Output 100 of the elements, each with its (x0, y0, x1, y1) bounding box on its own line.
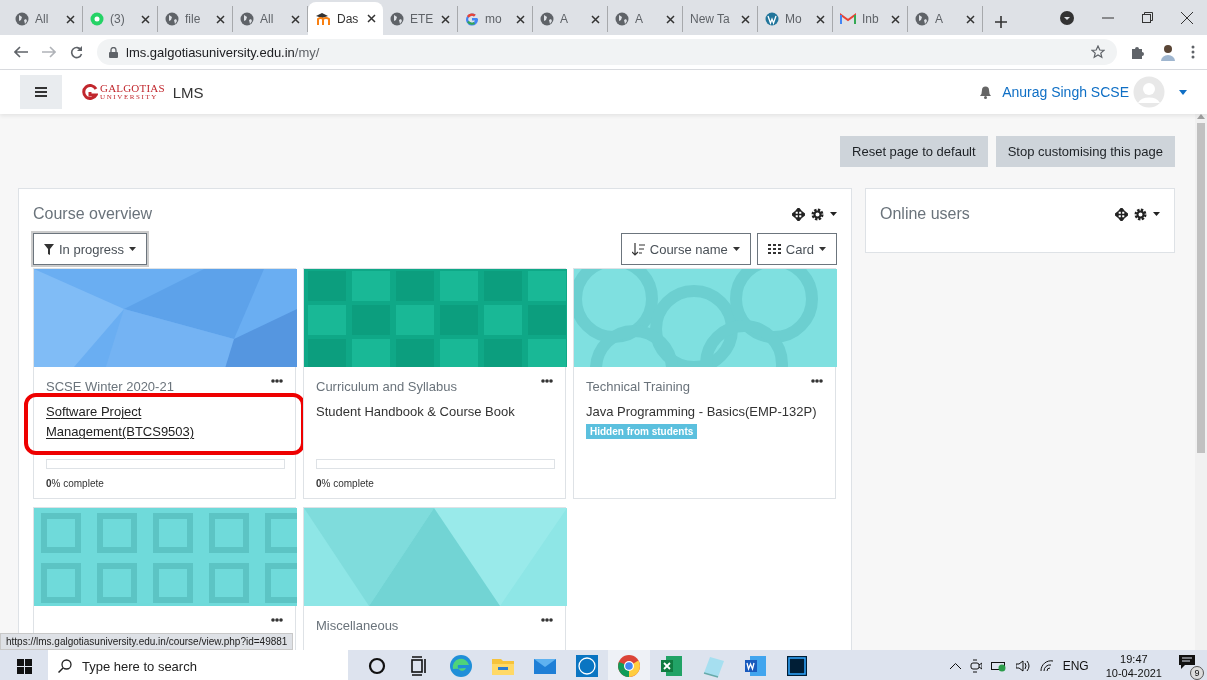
close-icon[interactable] (141, 14, 150, 24)
browser-tab[interactable]: New Ta (683, 6, 758, 32)
gear-icon[interactable] (1134, 207, 1147, 221)
course-link[interactable]: Student Handbook & Course Book (316, 402, 553, 422)
google-icon (465, 12, 479, 26)
more-icon[interactable] (271, 618, 283, 622)
tab-search-icon[interactable] (1060, 10, 1074, 25)
progress-label: 0% complete (316, 478, 374, 489)
minimize-icon[interactable] (1102, 16, 1114, 19)
course-link[interactable]: Software Project Management(BTCS9503) (46, 402, 283, 442)
browser-tab[interactable]: A (608, 6, 683, 32)
more-icon[interactable] (811, 379, 823, 383)
logo-icon (82, 84, 98, 100)
close-icon[interactable] (1181, 11, 1193, 24)
moodle-icon (315, 11, 331, 26)
dell-icon[interactable] (574, 653, 600, 679)
language-indicator[interactable]: ENG (1062, 659, 1089, 673)
browser-tab[interactable]: All (8, 6, 83, 32)
close-icon[interactable] (891, 14, 900, 24)
notification-icon[interactable] (1179, 655, 1195, 669)
chat-icon (90, 12, 104, 26)
notification-count: 9 (1190, 666, 1204, 680)
course-card[interactable]: Technical Training Java Programming - Basics(EMP-132P) Hidden from students (573, 268, 836, 499)
browser-tab[interactable]: A (533, 6, 608, 32)
browser-tab[interactable]: ETE (383, 6, 458, 32)
page-button[interactable]: Reset page to default (840, 136, 988, 167)
menu-button[interactable] (20, 75, 62, 109)
course-card[interactable]: Curriculum and Syllabus Student Handbook & Course Book 0% complete (303, 268, 566, 499)
globe-icon (165, 12, 179, 26)
gear-icon[interactable] (811, 207, 824, 221)
browser-tab[interactable]: Inb (833, 6, 908, 32)
windows-icon[interactable] (16, 658, 32, 674)
globe-icon (915, 12, 929, 26)
more-icon[interactable] (541, 618, 553, 622)
star-icon[interactable] (1091, 45, 1105, 59)
site-name[interactable]: LMS (172, 83, 204, 101)
address-bar[interactable]: lms.galgotiasuniversity.edu.in/my/ (97, 39, 1117, 65)
browser-tab[interactable]: A (908, 6, 983, 32)
caret-icon (732, 247, 740, 251)
search-field[interactable]: Type here to search (48, 650, 348, 680)
filter-dropdown[interactable]: In progress (33, 233, 148, 265)
browser-tab[interactable]: file (158, 6, 233, 32)
close-icon[interactable] (441, 14, 450, 24)
close-icon[interactable] (966, 14, 975, 24)
course-link[interactable]: Java Programming - Basics(EMP-132P) (586, 402, 823, 422)
puzzle-icon[interactable] (1131, 45, 1145, 59)
user-name[interactable]: Anurag Singh SCSE (1002, 84, 1129, 100)
close-icon[interactable] (367, 14, 376, 23)
browser-tab[interactable]: mo (458, 6, 533, 32)
status-badge: Hidden from students (586, 424, 698, 439)
status-url: https://lms.galgotiasuniversity.edu.in/course/view.php?id=49881 (0, 633, 294, 650)
scrollbar[interactable] (1195, 114, 1207, 650)
close-icon[interactable] (591, 14, 600, 24)
bell-icon[interactable] (979, 85, 993, 99)
view-dropdown[interactable]: Card (756, 233, 837, 265)
course-category: Miscellaneous (316, 618, 399, 633)
edge-icon[interactable] (448, 653, 474, 679)
globe-icon (15, 12, 29, 26)
course-category: SCSE Winter 2020-21 (46, 379, 174, 394)
close-icon[interactable] (666, 14, 675, 24)
restore-icon[interactable] (1142, 12, 1153, 23)
browser-tab[interactable]: Mo (758, 6, 833, 32)
image-editor-icon[interactable] (784, 653, 810, 679)
globe-icon (540, 12, 554, 26)
move-icon[interactable] (1115, 207, 1128, 221)
close-icon[interactable] (741, 14, 750, 24)
camera-icon[interactable] (969, 659, 982, 673)
menu-icon (35, 87, 47, 97)
page-button[interactable]: Stop customising this page (995, 136, 1175, 167)
document-icon[interactable] (742, 653, 768, 679)
reload-icon[interactable] (70, 45, 83, 59)
clock[interactable]: 19:47 10-04-2021 (1105, 652, 1162, 680)
url-text: lms.galgotiasuniversity.edu.in (126, 44, 295, 60)
wifi-icon[interactable] (1039, 660, 1054, 672)
chevron-up-icon[interactable] (949, 663, 961, 669)
progress-label: 0% complete (46, 478, 104, 489)
browser-tab[interactable]: Das (308, 2, 383, 35)
caret-icon[interactable] (1153, 212, 1160, 216)
spreadsheet-icon[interactable] (658, 653, 684, 679)
close-icon[interactable] (816, 14, 825, 24)
browser-tab[interactable]: (3) (83, 6, 158, 32)
move-icon[interactable] (792, 207, 805, 221)
course-card[interactable]: Miscellaneous (303, 507, 566, 650)
chrome-icon[interactable] (616, 653, 642, 679)
close-icon[interactable] (516, 14, 525, 24)
close-icon[interactable] (216, 14, 225, 24)
caret-icon[interactable] (830, 212, 837, 216)
more-icon[interactable] (271, 379, 283, 383)
more-menu-icon[interactable] (1191, 45, 1195, 59)
new-tab-icon[interactable] (995, 16, 1007, 28)
battery-icon[interactable] (990, 660, 1007, 672)
grid-icon (767, 244, 781, 254)
close-icon[interactable] (291, 14, 300, 24)
sort-dropdown[interactable]: Course name (620, 233, 751, 265)
close-icon[interactable] (66, 14, 75, 24)
back-icon[interactable] (14, 46, 28, 58)
profile-avatar-icon[interactable] (1159, 43, 1177, 61)
volume-icon[interactable] (1015, 660, 1031, 672)
more-icon[interactable] (541, 379, 553, 383)
globe-icon (615, 12, 629, 26)
